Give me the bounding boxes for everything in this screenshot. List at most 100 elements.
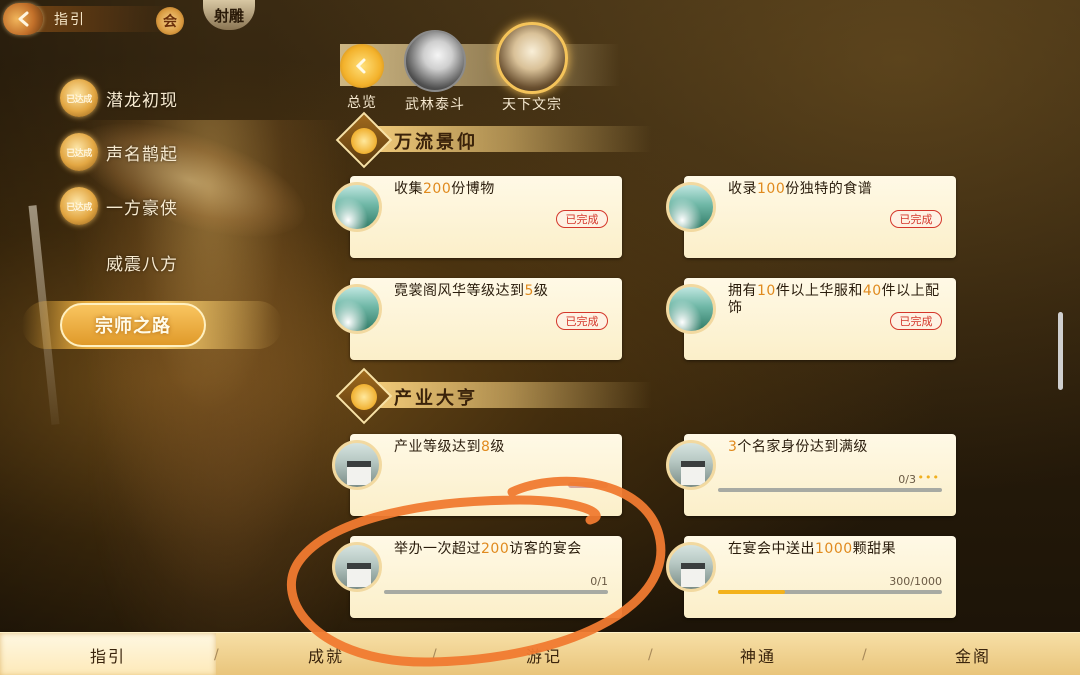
back-button[interactable] (3, 3, 43, 35)
bottom-tab[interactable]: 成就 (218, 633, 434, 675)
sidebar-item[interactable]: 威震八方 (60, 242, 178, 282)
portrait-icon (404, 30, 466, 92)
task-number: 5 (524, 283, 534, 299)
scrollbar[interactable] (1058, 312, 1063, 390)
task-card[interactable]: 举办一次超过200访客的宴会 0/1 (332, 536, 622, 618)
task-card[interactable]: 拥有10件以上华服和40件以上配饰 已完成 (666, 278, 956, 360)
task-description: 霓裳阁风华等级达到5级 (394, 283, 608, 300)
house-icon (332, 440, 382, 490)
more-dots-icon: ••• (917, 471, 940, 484)
task-card[interactable]: 收录100份独特的食谱已完成 (666, 176, 956, 258)
tab-separator: / (432, 647, 437, 663)
chevron-left-icon (340, 44, 384, 88)
sidebar-item-label: 潜龙初现 (106, 90, 178, 111)
task-text: 级 (533, 283, 549, 299)
bottom-tab[interactable]: 游记 (436, 633, 652, 675)
task-description: 收集200份博物 (394, 181, 608, 198)
bottom-tab[interactable]: 神通 (652, 633, 864, 675)
task-description: 举办一次超过200访客的宴会 (394, 541, 608, 558)
sidebar-item[interactable]: 已达成 声名鹊起 (60, 132, 178, 172)
home-icon: 会 (163, 14, 177, 30)
progress-bar (718, 488, 942, 492)
tab-wulin[interactable]: 武林泰斗 (404, 30, 466, 114)
task-text: 份独特的食谱 (785, 181, 873, 197)
task-description: 在宴会中送出1000颗甜果 (728, 541, 942, 558)
progress-bar (384, 590, 608, 594)
figure-icon (351, 384, 377, 410)
section-title: 万流景仰 (394, 132, 478, 153)
task-number: 100 (757, 181, 786, 197)
home-button[interactable]: 会 (156, 7, 184, 35)
portrait-icon (496, 22, 568, 94)
task-number: 200 (423, 181, 452, 197)
bottom-tab[interactable]: 金阁 (866, 633, 1080, 675)
section-title: 产业大亨 (394, 388, 478, 409)
game-screen: 指引 会 射雕 已达成 潜龙初现 已达成 声名鹊起 已达成 一方豪侠 威震八方 宗师之路 总览… (0, 0, 1080, 675)
task-text: 件以上华服和 (775, 283, 863, 299)
task-text: 份博物 (451, 181, 495, 197)
task-text: 在宴会中送出 (728, 541, 815, 557)
task-card[interactable]: 霓裳阁风华等级达到5级 已完成 (332, 278, 622, 360)
completed-stamp: 已完成 (556, 210, 608, 228)
task-text: 产业等级达到 (394, 439, 481, 455)
task-text: 个名家身份达到满级 (737, 439, 868, 455)
tab-tianxia[interactable]: 天下文宗 (496, 22, 568, 114)
tab-overview-label: 总览 (347, 95, 377, 111)
tab-separator: / (862, 647, 867, 663)
sidebar-item-label: 威震八方 (106, 254, 178, 275)
page-title: 指引 (54, 12, 86, 28)
task-number: 10 (757, 283, 776, 299)
task-text: 霓裳阁风华等级达到 (394, 283, 525, 299)
task-number: 200 (481, 541, 510, 557)
sidebar-item-label: 一方豪侠 (106, 198, 178, 219)
section-header: 万流景仰 (335, 111, 652, 169)
task-description: 产业等级达到8级 (394, 439, 608, 456)
sidebar-item[interactable]: 已达成 一方豪侠 (60, 186, 178, 226)
completed-stamp: 已完成 (890, 210, 942, 228)
task-number: 40 (862, 283, 882, 299)
tab-overview[interactable]: 总览 (340, 44, 384, 112)
tab-separator: / (214, 647, 219, 663)
sidebar-item-label: 宗师之路 (95, 316, 171, 337)
section-header: 产业大亨 (335, 367, 652, 425)
task-card[interactable]: 3个名家身份达到满级 0/3 ••• (666, 434, 956, 516)
achievement-badge: 已达成 (60, 187, 98, 225)
house-icon (666, 440, 716, 490)
task-text: 颗甜果 (852, 541, 897, 557)
sidebar-item-label: 声名鹊起 (106, 144, 178, 165)
achievement-badge: 已达成 (60, 79, 98, 117)
bottom-nav: 指引 成就 / 游记 / 神通 / 金阁 / (0, 632, 1080, 675)
task-text: 举办一次超过 (394, 541, 481, 557)
task-number: 3 (728, 439, 738, 455)
landscape-icon (666, 182, 716, 232)
task-description: 收录100份独特的食谱 (728, 181, 942, 198)
arrow-left-icon (18, 11, 29, 27)
task-text: 访客的宴会 (509, 541, 582, 557)
figure-icon (351, 128, 377, 154)
task-description: 3个名家身份达到满级 (728, 439, 942, 456)
house-icon (666, 542, 716, 592)
progress-text: 0/3 (898, 473, 916, 486)
task-card[interactable]: 产业等级达到8级 (332, 434, 622, 516)
sidebar-item-active[interactable]: 宗师之路 (60, 303, 206, 347)
tab-wulin-label: 武林泰斗 (405, 97, 465, 113)
sidebar-item[interactable]: 已达成 潜龙初现 (60, 78, 178, 118)
task-number: 8 (481, 439, 491, 455)
task-text: 收录 (728, 181, 757, 197)
landscape-icon (332, 284, 382, 334)
progress-bar (718, 590, 942, 594)
task-card[interactable]: 收集200份博物已完成 (332, 176, 622, 258)
task-number: 1000 (815, 541, 853, 557)
house-icon (332, 542, 382, 592)
task-text: 拥有 (728, 283, 757, 299)
progress-text: 300/1000 (889, 575, 942, 588)
tab-tianxia-label: 天下文宗 (502, 97, 562, 113)
achievement-badge: 已达成 (60, 133, 98, 171)
completed-stamp: 已完成 (890, 312, 942, 330)
progress-text: 0/1 (590, 575, 608, 588)
task-text: 收集 (394, 181, 423, 197)
task-card[interactable]: 在宴会中送出1000颗甜果 300/1000 (666, 536, 956, 618)
bottom-tab[interactable]: 指引 (0, 633, 216, 675)
progress-fill (718, 590, 786, 594)
completed-stamp: 已完成 (556, 312, 608, 330)
